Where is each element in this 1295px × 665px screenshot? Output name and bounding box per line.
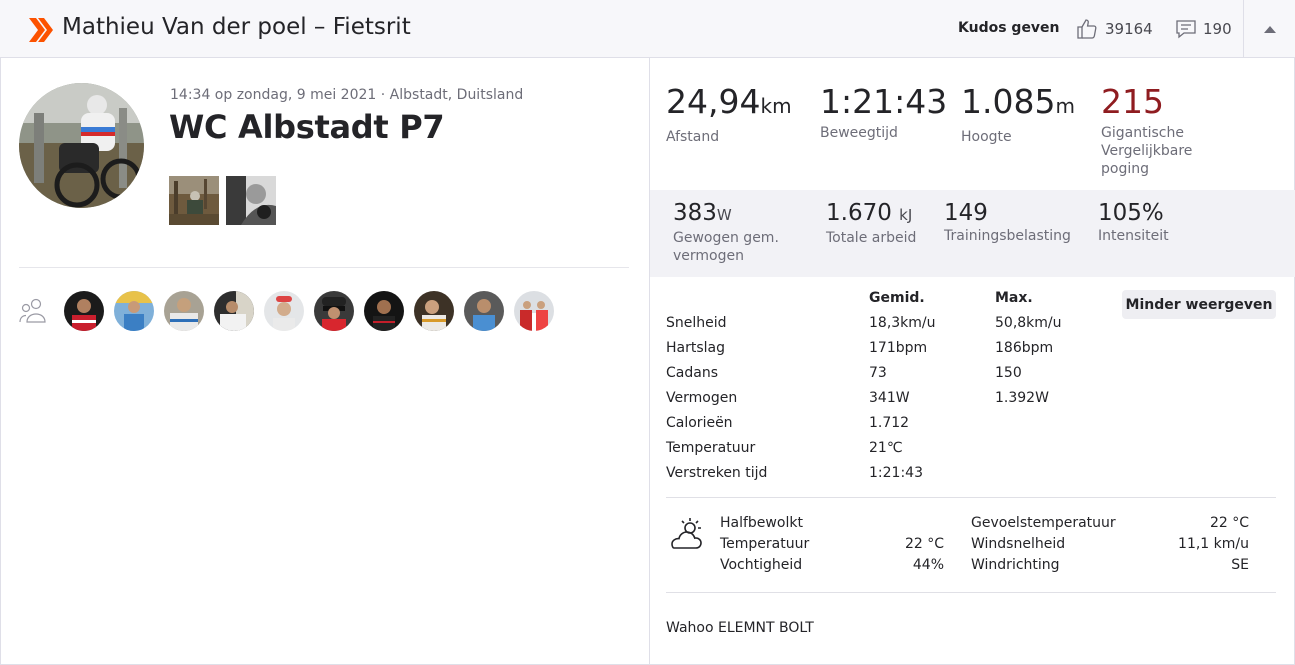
stat-label: Intensiteit bbox=[1098, 228, 1169, 244]
weather-wind-speed-label: Windsnelheid bbox=[971, 536, 1066, 552]
stat-elevation: 1.085m Hoogte bbox=[961, 84, 1075, 146]
group-athlete-avatar[interactable] bbox=[514, 291, 554, 331]
thumbs-up-icon bbox=[1077, 19, 1097, 39]
activity-title: WC Albstadt P7 bbox=[169, 108, 445, 146]
detail-label: Snelheid bbox=[666, 315, 727, 331]
stat-value: 105% bbox=[1098, 200, 1164, 226]
detail-max: 1.392W bbox=[995, 390, 1049, 406]
comment-count: 190 bbox=[1203, 20, 1232, 38]
max-column-header: Max. bbox=[995, 290, 1033, 306]
weather-temp-label: Temperatuur bbox=[720, 536, 810, 552]
stat-intensity: 105% Intensiteit bbox=[1098, 200, 1169, 245]
weather-wind-dir-value: SE bbox=[1231, 557, 1249, 573]
group-athlete-avatar[interactable] bbox=[414, 291, 454, 331]
stat-total-work: 1.670 kJ Totale arbeid bbox=[826, 200, 916, 247]
group-icon bbox=[19, 298, 46, 323]
group-athlete-avatar[interactable] bbox=[314, 291, 354, 331]
stat-label: Beweegtijd bbox=[820, 125, 898, 141]
comment-icon bbox=[1176, 20, 1196, 39]
weather-humidity-label: Vochtigheid bbox=[720, 557, 803, 573]
activity-header: Mathieu Van der poel – Fietsrit Kudos ge… bbox=[0, 0, 1295, 58]
stat-label: Trainingsbelasting bbox=[944, 228, 1071, 244]
column-divider bbox=[649, 58, 650, 665]
stat-unit: m bbox=[1055, 94, 1075, 118]
detail-avg: 341W bbox=[869, 390, 910, 406]
detail-label: Verstreken tijd bbox=[666, 465, 768, 481]
weather-condition: Halfbewolkt bbox=[720, 515, 803, 531]
show-less-button[interactable]: Minder weergeven bbox=[1122, 290, 1276, 319]
stat-distance: 24,94km Afstand bbox=[666, 84, 792, 146]
stat-unit: W bbox=[716, 206, 732, 224]
avg-column-header: Gemid. bbox=[869, 290, 925, 306]
stat-value: 24,94 bbox=[666, 82, 761, 121]
detail-label: Cadans bbox=[666, 365, 718, 381]
weather-temp-value: 22 °C bbox=[904, 536, 944, 552]
photo-thumbnail[interactable] bbox=[169, 176, 219, 225]
athlete-avatar[interactable] bbox=[19, 83, 144, 208]
stat-unit: kJ bbox=[899, 206, 913, 224]
detail-label: Calorieën bbox=[666, 415, 733, 431]
group-athlete-avatar[interactable] bbox=[464, 291, 504, 331]
weather-wind-speed-value: 11,1 km/u bbox=[1178, 536, 1249, 552]
caret-up-icon bbox=[1263, 25, 1276, 33]
stat-value: 215 bbox=[1101, 82, 1164, 121]
group-athlete-avatar[interactable] bbox=[364, 291, 404, 331]
stat-value: 1.670 bbox=[826, 200, 892, 226]
divider bbox=[666, 592, 1276, 593]
stat-weighted-power: 383W Gewogen gem. vermogen bbox=[673, 200, 813, 265]
divider bbox=[666, 497, 1276, 498]
group-athlete-avatar[interactable] bbox=[164, 291, 204, 331]
stat-training-load: 149 Trainingsbelasting bbox=[944, 200, 1071, 245]
stat-label: Gigantische Vergelijkbare poging bbox=[1101, 125, 1193, 177]
weather-humidity-value: 44% bbox=[912, 557, 944, 573]
detail-avg: 21℃ bbox=[869, 440, 903, 456]
detail-avg: 73 bbox=[869, 365, 887, 381]
activity-meta: 14:34 op zondag, 9 mei 2021 · Albstadt, … bbox=[170, 87, 524, 103]
detail-label: Temperatuur bbox=[666, 440, 756, 456]
detail-avg: 171bpm bbox=[869, 340, 928, 356]
collapse-button[interactable] bbox=[1243, 0, 1295, 58]
detail-avg: 18,3km/u bbox=[869, 315, 936, 331]
stat-value: 1:21:43 bbox=[820, 82, 948, 121]
partly-cloudy-icon bbox=[671, 518, 702, 549]
detail-max: 150 bbox=[995, 365, 1022, 381]
divider bbox=[19, 267, 629, 268]
kudos-count: 39164 bbox=[1105, 20, 1153, 38]
group-athlete-avatar[interactable] bbox=[64, 291, 104, 331]
comments-button[interactable]: 190 bbox=[1175, 16, 1232, 42]
stat-unit: km bbox=[760, 94, 792, 118]
detail-max: 50,8km/u bbox=[995, 315, 1062, 331]
device-name: Wahoo ELEMNT BOLT bbox=[666, 620, 814, 636]
stat-value: 149 bbox=[944, 200, 988, 226]
give-kudos-button[interactable]: Kudos geven bbox=[958, 20, 1060, 36]
activity-type-icon bbox=[29, 18, 53, 42]
stat-relative-effort[interactable]: 215 Gigantische Vergelijkbare poging bbox=[1101, 84, 1221, 178]
group-athlete-avatar[interactable] bbox=[114, 291, 154, 331]
detail-avg: 1:21:43 bbox=[869, 465, 923, 481]
stat-label: Totale arbeid bbox=[826, 230, 917, 246]
page-title: Mathieu Van der poel – Fietsrit bbox=[62, 14, 411, 40]
weather-feels-value: 22 °C bbox=[1209, 515, 1249, 531]
stat-label: Afstand bbox=[666, 129, 720, 145]
group-athlete-avatar[interactable] bbox=[264, 291, 304, 331]
detail-max: 186bpm bbox=[995, 340, 1054, 356]
detail-label: Vermogen bbox=[666, 390, 738, 406]
weather-feels-label: Gevoelstemperatuur bbox=[971, 515, 1116, 531]
group-athlete-avatar[interactable] bbox=[214, 291, 254, 331]
stat-value: 383 bbox=[673, 200, 717, 226]
stat-moving-time: 1:21:43 Beweegtijd bbox=[820, 84, 947, 142]
stat-label: Gewogen gem. vermogen bbox=[673, 230, 779, 264]
detail-label: Hartslag bbox=[666, 340, 726, 356]
photo-thumbnail[interactable] bbox=[226, 176, 276, 225]
weather-wind-dir-label: Windrichting bbox=[971, 557, 1060, 573]
detail-avg: 1.712 bbox=[869, 415, 910, 431]
stat-label: Hoogte bbox=[961, 129, 1012, 145]
stat-value: 1.085 bbox=[961, 82, 1056, 121]
kudos-count-button[interactable]: 39164 bbox=[1075, 16, 1153, 42]
